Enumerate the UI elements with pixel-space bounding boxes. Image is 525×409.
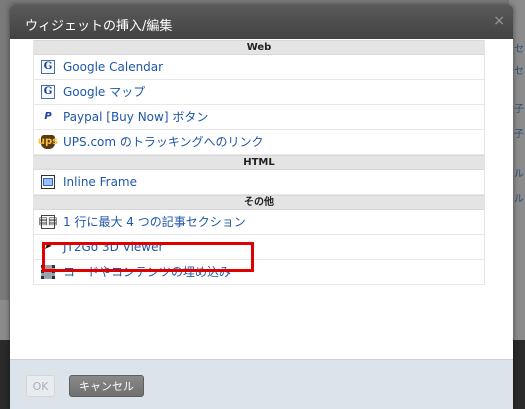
article-sections-icon: ▤▤ [38,215,58,229]
ups-icon: ups [37,135,59,149]
widget-paypal-button[interactable]: P Paypal [Buy Now] ボタン [34,105,484,130]
background-text: 子 [514,129,524,140]
category-header-other: その他 [34,195,484,210]
google-icon: G [41,85,55,99]
background-page-fragment [0,300,9,340]
widget-label[interactable]: 1 行に最大 4 つの記事セクション [63,210,246,234]
google-icon: G [41,60,55,74]
category-header-web: Web [34,40,484,55]
widget-label[interactable]: Paypal [Buy Now] ボタン [63,105,208,129]
widget-list: Web G Google Calendar G Google マップ P Pay… [33,40,485,285]
widget-label[interactable]: コードやコンテンツの埋め込み [63,260,231,284]
category-header-html: HTML [34,155,484,170]
widget-google-calendar[interactable]: G Google Calendar [34,55,484,80]
widget-label[interactable]: JT2Go 3D Viewer [63,235,163,259]
widget-article-sections[interactable]: ▤▤ 1 行に最大 4 つの記事セクション [34,210,484,235]
dialog-titlebar: ウィジェットの挿入/編集 × [10,5,513,39]
cancel-button[interactable]: キャンセル [69,375,144,397]
widget-jt2go-viewer[interactable]: ➤ JT2Go 3D Viewer [34,235,484,260]
frame-icon [41,175,55,189]
background-text: セ [514,44,524,55]
widget-embed-code[interactable]: コードやコンテンツの埋め込み [34,260,484,285]
background-text: 子 [514,104,524,115]
background-text: ル [514,169,524,180]
ok-button[interactable]: OK [26,375,55,397]
widget-inline-frame[interactable]: Inline Frame [34,170,484,195]
widget-ups-tracking[interactable]: ups UPS.com のトラッキングへのリンク [34,130,484,155]
widget-label[interactable]: Google マップ [63,80,145,104]
jt2go-icon: ➤ [43,241,53,252]
widget-label[interactable]: UPS.com のトラッキングへのリンク [63,130,264,154]
widget-list-area: Web G Google Calendar G Google マップ P Pay… [10,39,513,353]
insert-widget-dialog: ウィジェットの挿入/編集 × Web G Google Calendar G G… [10,5,513,409]
film-icon [41,265,55,279]
background-text: ル [514,194,524,205]
paypal-icon: P [44,111,52,122]
dialog-title: ウィジェットの挿入/編集 [25,19,173,34]
widget-label[interactable]: Inline Frame [63,170,137,194]
widget-label[interactable]: Google Calendar [63,55,163,79]
dialog-footer: OK キャンセル [10,359,513,409]
close-icon[interactable]: × [493,13,505,29]
background-text: セ [514,66,524,77]
widget-google-maps[interactable]: G Google マップ [34,80,484,105]
